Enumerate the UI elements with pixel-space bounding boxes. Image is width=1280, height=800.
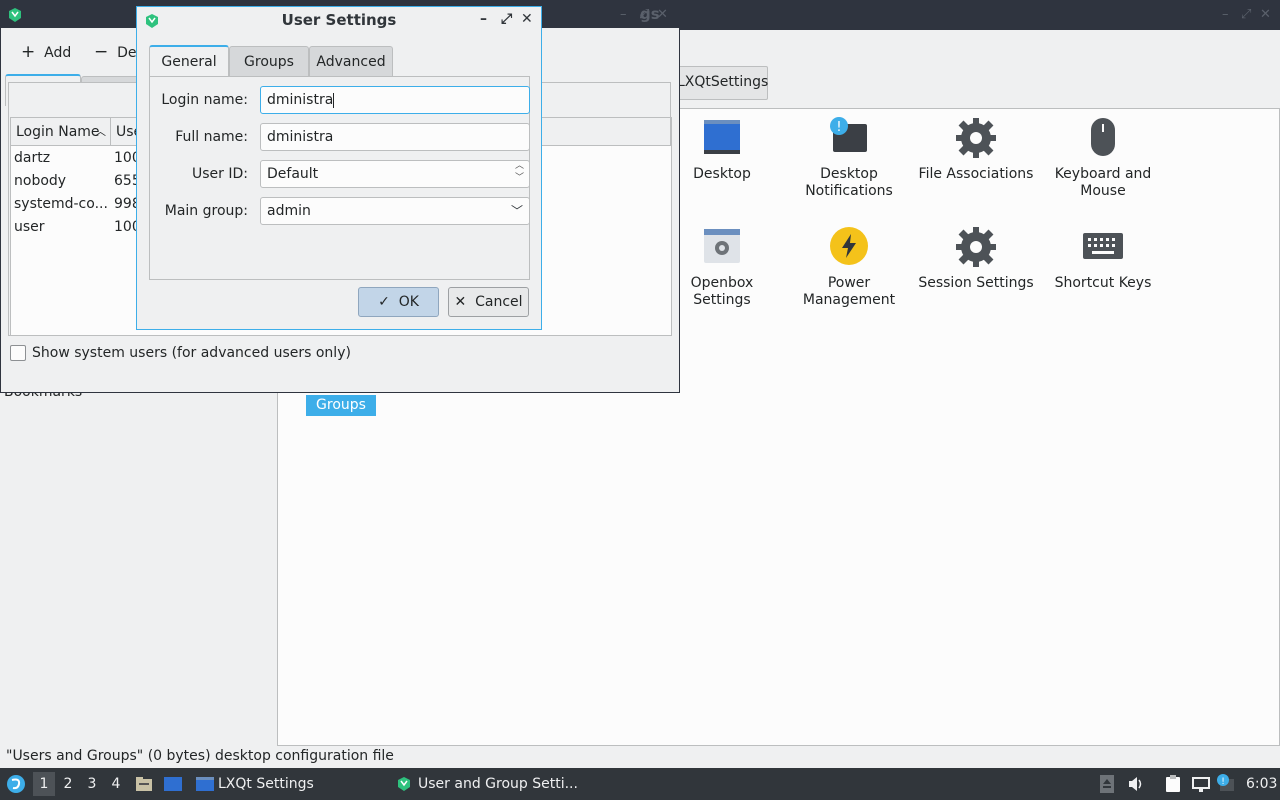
cancel-button[interactable]: ✕ Cancel bbox=[448, 287, 529, 317]
file-manager-icon[interactable] bbox=[135, 775, 153, 793]
check-icon: ✓ bbox=[378, 294, 390, 310]
main-group-select[interactable]: admin ﹀ bbox=[260, 197, 530, 225]
taskbar: 1 2 3 4 LXQt Settings User and Group Set… bbox=[0, 768, 1280, 800]
power-icon bbox=[827, 225, 871, 269]
openbox-icon bbox=[700, 225, 744, 269]
notifications-icon: ! bbox=[827, 116, 871, 160]
login-name-input[interactable]: dministra bbox=[260, 86, 530, 114]
keyboard-mouse-item[interactable]: Keyboard and Mouse bbox=[1044, 116, 1162, 200]
maximize-icon[interactable]: ⤢ bbox=[501, 11, 512, 27]
x-icon: ✕ bbox=[454, 294, 467, 310]
minimize-icon[interactable]: – bbox=[1222, 7, 1229, 22]
network-icon[interactable] bbox=[1191, 775, 1211, 793]
notification-tray-icon[interactable]: ! bbox=[1216, 773, 1236, 793]
main-menu-icon[interactable] bbox=[6, 774, 26, 794]
user-id-label: User ID: bbox=[192, 166, 248, 182]
workspace-1[interactable]: 1 bbox=[33, 772, 55, 796]
tab-groups[interactable]: Groups bbox=[229, 46, 309, 77]
minus-icon: − bbox=[94, 42, 109, 62]
full-name-input[interactable]: dministra bbox=[260, 123, 530, 151]
session-settings-item[interactable]: Session Settings bbox=[917, 225, 1035, 292]
add-button[interactable]: + Add bbox=[21, 42, 71, 62]
workspace-4[interactable]: 4 bbox=[105, 772, 127, 796]
tab-general[interactable]: General bbox=[149, 45, 229, 77]
desktop-icon bbox=[700, 116, 744, 160]
general-tab-panel: Login name: dministra Full name: dminist… bbox=[149, 76, 530, 280]
workspace-3[interactable]: 3 bbox=[81, 772, 103, 796]
desktop-label: Desktop bbox=[693, 166, 751, 182]
notifications-label: Desktop Notifications bbox=[805, 166, 893, 199]
session-settings-label: Session Settings bbox=[918, 275, 1034, 291]
file-associations-label: File Associations bbox=[918, 166, 1034, 182]
openbox-item[interactable]: Openbox Settings bbox=[663, 225, 781, 309]
text-cursor bbox=[333, 92, 335, 108]
svg-text:!: ! bbox=[836, 120, 841, 135]
power-label: Power Management bbox=[802, 275, 896, 308]
workspace-2[interactable]: 2 bbox=[57, 772, 79, 796]
column-login-name[interactable]: Login Name ︿ bbox=[11, 118, 111, 146]
lxqt-settings-task-icon bbox=[196, 777, 214, 791]
power-item[interactable]: Power Management bbox=[790, 225, 908, 309]
clock[interactable]: 6:03 bbox=[1246, 776, 1277, 792]
close-icon[interactable]: ✕ bbox=[1260, 7, 1271, 22]
close-icon[interactable]: ✕ bbox=[657, 7, 668, 22]
delete-button[interactable]: − De bbox=[94, 42, 137, 62]
plus-icon: + bbox=[21, 42, 36, 62]
eject-icon[interactable] bbox=[1100, 775, 1114, 793]
main-group-label: Main group: bbox=[164, 203, 248, 219]
keyboard-icon bbox=[1081, 225, 1125, 269]
show-desktop-icon[interactable] bbox=[163, 775, 183, 793]
sort-up-icon: ︿ bbox=[95, 125, 106, 138]
keyboard-mouse-label: Keyboard and Mouse bbox=[1054, 166, 1152, 199]
minimize-icon[interactable]: – bbox=[620, 7, 627, 22]
task-user-group-settings[interactable]: User and Group Setti... bbox=[418, 776, 578, 792]
groups-selected-item[interactable]: Groups bbox=[306, 395, 376, 416]
user-settings-dialog: User Settings – ⤢ ✕ General Groups Advan… bbox=[136, 6, 542, 330]
ok-button[interactable]: ✓ OK bbox=[358, 287, 439, 317]
shortcut-keys-label: Shortcut Keys bbox=[1054, 275, 1152, 291]
desktop-item[interactable]: Desktop bbox=[663, 116, 781, 183]
tab-advanced[interactable]: Advanced bbox=[309, 46, 393, 77]
dialog-titlebar: User Settings – ⤢ ✕ bbox=[137, 7, 541, 33]
maximize-icon[interactable]: ⤢ bbox=[639, 7, 649, 22]
gear-icon bbox=[954, 116, 998, 160]
show-system-users-checkbox[interactable] bbox=[10, 345, 26, 361]
lxqt-logo-icon bbox=[9, 8, 21, 22]
show-system-users-label[interactable]: Show system users (for advanced users on… bbox=[32, 345, 351, 361]
status-text: "Users and Groups" (0 bytes) desktop con… bbox=[6, 748, 394, 764]
login-name-label: Login name: bbox=[161, 92, 248, 108]
shortcut-keys-item[interactable]: Shortcut Keys bbox=[1044, 225, 1162, 292]
lxqt-logo-icon bbox=[398, 777, 410, 791]
mouse-icon bbox=[1081, 116, 1125, 160]
file-associations-item[interactable]: File Associations bbox=[917, 116, 1035, 183]
chevron-down-icon: ﹀ bbox=[510, 204, 523, 218]
openbox-label: Openbox Settings bbox=[690, 275, 754, 308]
svg-text:!: ! bbox=[1221, 777, 1225, 787]
full-name-label: Full name: bbox=[175, 129, 248, 145]
minimize-icon[interactable]: – bbox=[480, 11, 487, 27]
notifications-item[interactable]: ! Desktop Notifications bbox=[790, 116, 908, 200]
volume-icon[interactable] bbox=[1127, 776, 1145, 792]
task-lxqt-settings[interactable]: LXQt Settings bbox=[218, 776, 314, 792]
close-icon[interactable]: ✕ bbox=[521, 11, 533, 27]
user-id-spinbox[interactable]: Default ︿ ﹀ bbox=[260, 160, 530, 188]
clipboard-icon[interactable] bbox=[1164, 775, 1182, 793]
gear-icon bbox=[954, 225, 998, 269]
spin-arrows-icon[interactable]: ︿ ﹀ bbox=[515, 160, 524, 184]
maximize-icon[interactable]: ⤢ bbox=[1241, 7, 1251, 22]
